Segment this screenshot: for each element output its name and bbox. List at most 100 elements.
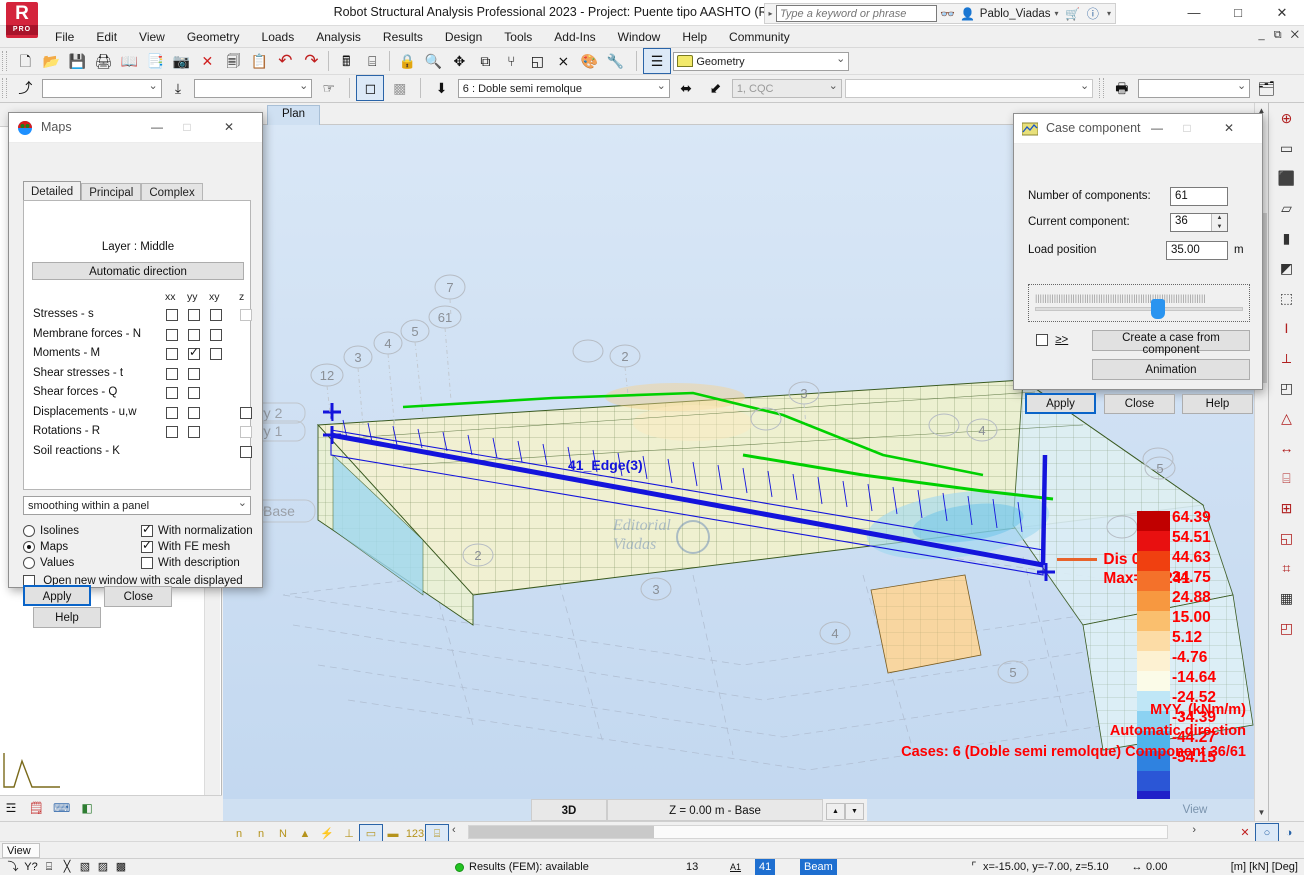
maps-close-button[interactable]: ✕ [214, 113, 244, 142]
menu-add-ins[interactable]: Add-Ins [543, 26, 606, 48]
search-binoculars-icon[interactable]: 👓 [937, 7, 957, 21]
menu-loads[interactable]: Loads [251, 26, 306, 48]
screen-capture-icon[interactable]: 📷 [168, 49, 194, 73]
case-minimize-button[interactable]: — [1142, 114, 1172, 143]
view-iso-icon[interactable]: ▩ [112, 859, 130, 875]
view-preset-select[interactable] [1138, 78, 1251, 98]
solid-icon[interactable]: ⬚ [1270, 283, 1304, 313]
window-minimize-button[interactable]: — [1172, 0, 1216, 26]
plane-spin-up[interactable]: ▲ [826, 803, 845, 820]
table-icon[interactable]: ▦ [1270, 583, 1304, 613]
grid-icon[interactable]: ⌨ [52, 799, 72, 817]
plane-spinner[interactable]: ▲ ▼ [823, 799, 867, 821]
maps-checkbox-xx[interactable] [166, 367, 178, 380]
maps-checkbox-xx[interactable] [166, 309, 178, 321]
maps-checkbox-yy[interactable] [188, 426, 200, 438]
layout-manager-icon[interactable]: ☰ [643, 48, 672, 74]
print-report-icon[interactable]: 🖶 [1109, 76, 1135, 100]
dynamic-view-icon[interactable]: ◱ [524, 49, 550, 73]
view-tab[interactable]: View [2, 843, 40, 858]
extra-select[interactable] [845, 78, 1094, 98]
grid-edit-icon[interactable]: ⌗ [1270, 553, 1304, 583]
new-file-icon[interactable]: 🗋 [12, 49, 38, 73]
maps-checkbox-z[interactable] [240, 445, 252, 458]
maps-checkbox-yy[interactable] [188, 367, 200, 380]
open-file-icon[interactable]: 📂 [38, 49, 64, 73]
ortho-icon[interactable]: ╳ [58, 859, 76, 875]
maps-apply-button[interactable]: Apply [23, 585, 91, 606]
map-icon[interactable]: ◑ [1278, 824, 1300, 842]
current-component-stepper[interactable]: 36 ▲ ▼ [1170, 213, 1228, 232]
window-maximize-button[interactable]: □ [1216, 0, 1260, 26]
case-apply-button[interactable]: Apply [1025, 393, 1096, 414]
redo-icon[interactable]: ↷ [298, 49, 324, 73]
stories-icon[interactable]: ⌸ [1270, 463, 1304, 493]
support-icon[interactable]: ⟂ [1270, 343, 1304, 373]
maps-checkbox-xy[interactable] [210, 309, 222, 321]
beam-icon[interactable]: ▭ [1270, 133, 1304, 163]
viewport-scroll-down[interactable]: ▼ [1255, 805, 1268, 821]
maps-checkbox-yy[interactable] [188, 309, 200, 321]
current-component-spin-down[interactable]: ▼ [1212, 223, 1227, 232]
automatic-direction-button[interactable]: Automatic direction [32, 262, 244, 280]
display-icon[interactable]: ⨯ [550, 49, 576, 73]
bar-selection-icon[interactable]: ⤓ [165, 76, 191, 100]
pan-icon[interactable]: ✥ [446, 49, 472, 73]
view-mode-3d[interactable]: 3D [531, 799, 607, 821]
fixed-support-icon[interactable]: △ [1270, 403, 1304, 433]
case-close-button[interactable]: ✕ [1214, 114, 1244, 143]
create-case-from-component-button[interactable]: Create a case from component [1092, 330, 1250, 356]
maps-checkbox-yy[interactable] [188, 387, 200, 399]
current-component-spin-arrows[interactable]: ▲ ▼ [1211, 214, 1227, 231]
collapse-right-button[interactable]: › [1192, 824, 1196, 836]
panel-icon[interactable]: ◩ [1270, 253, 1304, 283]
preferences-icon[interactable]: 🔧 [602, 49, 628, 73]
current-component-spin-up[interactable]: ▲ [1212, 214, 1227, 223]
print-icon[interactable]: 🖨 [90, 49, 116, 73]
print-preview-icon[interactable]: 📖 [116, 49, 142, 73]
collapse-left-button[interactable]: ‹ [452, 824, 456, 836]
chevron-down-icon[interactable]: ▾ [1055, 9, 1059, 18]
maps-checkbox-z[interactable] [240, 309, 252, 321]
render-icon[interactable]: 🎨 [576, 49, 602, 73]
selected-id[interactable]: 41 [755, 859, 776, 875]
animation-button[interactable]: Animation [1092, 359, 1250, 380]
snap-icon[interactable]: ⤵ [4, 859, 22, 875]
menu-window[interactable]: Window [607, 26, 672, 48]
maps-checkbox-z[interactable] [240, 426, 252, 438]
search-input[interactable] [776, 5, 938, 22]
maps-option-with-description[interactable]: With description [141, 557, 240, 569]
maps-option-radio[interactable] [23, 557, 35, 569]
maps-option-checkbox[interactable] [141, 522, 153, 537]
menu-geometry[interactable]: Geometry [176, 26, 251, 48]
paste-icon[interactable]: 📋 [246, 49, 272, 73]
toolbar-grip[interactable] [2, 51, 7, 71]
display-toolbar-scroll[interactable] [468, 825, 1168, 839]
more-options-toggle[interactable]: ≥> [1036, 334, 1068, 346]
plane-spin-down[interactable]: ▼ [845, 803, 864, 820]
object-edit-icon[interactable]: ◱ [1270, 523, 1304, 553]
units[interactable]: [m] [kN] [Deg] [1231, 859, 1298, 875]
tab-plan[interactable]: Plan [267, 105, 321, 125]
cart-icon[interactable]: 🛒 [1063, 7, 1083, 21]
bar-select[interactable] [194, 78, 313, 98]
diagram-icon[interactable]: ○ [1255, 823, 1279, 843]
maps-checkbox-yy[interactable] [188, 406, 200, 419]
menu-design[interactable]: Design [434, 26, 493, 48]
layers-icon[interactable]: 🗒 [26, 799, 46, 817]
node-support-icon[interactable]: ⊕ [1270, 103, 1304, 133]
maps-option-maps[interactable]: Maps [23, 541, 68, 553]
load-case-select[interactable]: 6 : Doble semi remolque [457, 78, 670, 98]
moving-load-icon[interactable]: ⬇ [428, 76, 454, 100]
view-manager-icon[interactable]: 🗂 [1254, 76, 1280, 100]
object-inspector-icon[interactable]: ☲ [1, 799, 21, 817]
maps-option-values[interactable]: Values [23, 557, 74, 569]
toolbar-grip-3[interactable] [1098, 78, 1104, 98]
maps-checkbox-xy[interactable] [210, 328, 222, 341]
results-toolbar-grip[interactable] [2, 78, 7, 98]
render-mode-icon[interactable]: ◧ [77, 799, 97, 817]
case-close-action-button[interactable]: Close [1104, 394, 1175, 414]
smoothing-select[interactable]: smoothing within a panel [23, 496, 251, 515]
menu-view[interactable]: View [128, 26, 176, 48]
view-2d-icon[interactable]: ▧ [76, 859, 94, 875]
